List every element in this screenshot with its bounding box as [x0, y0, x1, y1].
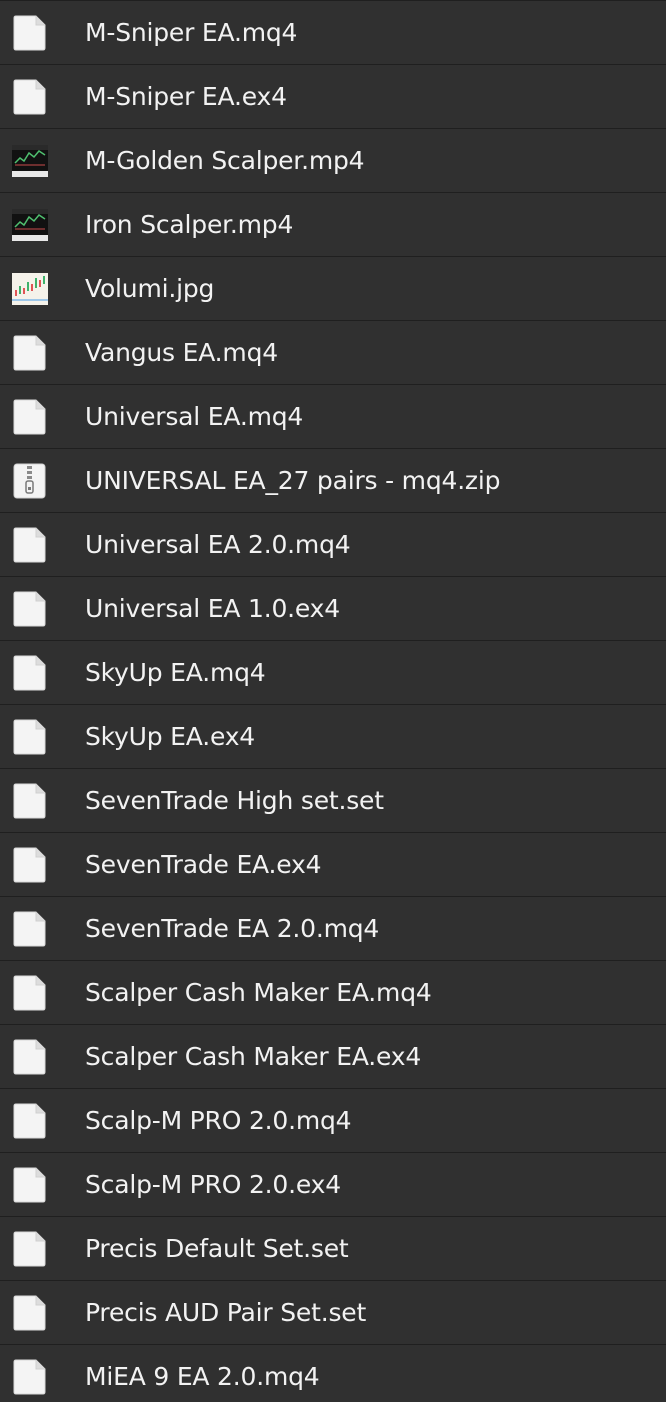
- zip-archive-icon: [0, 449, 60, 512]
- file-name: SevenTrade EA 2.0.mq4: [85, 914, 380, 943]
- file-name: M-Sniper EA.mq4: [85, 18, 298, 47]
- file-row[interactable]: M-Golden Scalper.mp4: [0, 129, 666, 193]
- file-name: M-Golden Scalper.mp4: [85, 146, 365, 175]
- image-thumbnail-icon: [0, 257, 60, 320]
- file-row[interactable]: Scalp-M PRO 2.0.ex4: [0, 1153, 666, 1217]
- document-icon: [0, 321, 60, 384]
- document-icon: [0, 385, 60, 448]
- file-row[interactable]: SkyUp EA.mq4: [0, 641, 666, 705]
- file-name: Iron Scalper.mp4: [85, 210, 294, 239]
- file-row[interactable]: SevenTrade EA 2.0.mq4: [0, 897, 666, 961]
- file-row[interactable]: Precis Default Set.set: [0, 1217, 666, 1281]
- file-name: SkyUp EA.mq4: [85, 658, 266, 687]
- file-name: Precis Default Set.set: [85, 1234, 349, 1263]
- file-row[interactable]: Universal EA 1.0.ex4: [0, 577, 666, 641]
- document-icon: [0, 1217, 60, 1280]
- document-icon: [0, 1, 60, 64]
- file-name: Scalp-M PRO 2.0.mq4: [85, 1106, 352, 1135]
- file-row[interactable]: Precis AUD Pair Set.set: [0, 1281, 666, 1345]
- file-row[interactable]: Volumi.jpg: [0, 257, 666, 321]
- video-thumbnail-icon: [0, 129, 60, 192]
- file-row[interactable]: SevenTrade EA.ex4: [0, 833, 666, 897]
- file-name: Universal EA.mq4: [85, 402, 304, 431]
- file-name: MiEA 9 EA 2.0.mq4: [85, 1362, 320, 1391]
- document-icon: [0, 577, 60, 640]
- file-row[interactable]: UNIVERSAL EA_27 pairs - mq4.zip: [0, 449, 666, 513]
- file-row[interactable]: MiEA 9 EA 2.0.mq4: [0, 1345, 666, 1402]
- document-icon: [0, 833, 60, 896]
- file-name: SevenTrade EA.ex4: [85, 850, 322, 879]
- document-icon: [0, 961, 60, 1024]
- document-icon: [0, 1281, 60, 1344]
- document-icon: [0, 1345, 60, 1402]
- file-list: M-Sniper EA.mq4 M-Sniper EA.ex4 M-Golden S…: [0, 0, 666, 1402]
- file-row[interactable]: M-Sniper EA.mq4: [0, 1, 666, 65]
- file-name: Scalper Cash Maker EA.mq4: [85, 978, 432, 1007]
- document-icon: [0, 513, 60, 576]
- document-icon: [0, 705, 60, 768]
- document-icon: [0, 769, 60, 832]
- file-name: Scalp-M PRO 2.0.ex4: [85, 1170, 341, 1199]
- video-thumbnail-icon: [0, 193, 60, 256]
- file-name: Vangus EA.mq4: [85, 338, 278, 367]
- document-icon: [0, 897, 60, 960]
- file-name: Scalper Cash Maker EA.ex4: [85, 1042, 422, 1071]
- file-row[interactable]: Universal EA 2.0.mq4: [0, 513, 666, 577]
- document-icon: [0, 1089, 60, 1152]
- document-icon: [0, 65, 60, 128]
- file-name: M-Sniper EA.ex4: [85, 82, 287, 111]
- file-row[interactable]: Scalp-M PRO 2.0.mq4: [0, 1089, 666, 1153]
- file-name: SevenTrade High set.set: [85, 786, 384, 815]
- file-row[interactable]: M-Sniper EA.ex4: [0, 65, 666, 129]
- file-name: Universal EA 1.0.ex4: [85, 594, 340, 623]
- file-row[interactable]: Iron Scalper.mp4: [0, 193, 666, 257]
- file-row[interactable]: SevenTrade High set.set: [0, 769, 666, 833]
- document-icon: [0, 1025, 60, 1088]
- document-icon: [0, 641, 60, 704]
- document-icon: [0, 1153, 60, 1216]
- file-row[interactable]: Scalper Cash Maker EA.mq4: [0, 961, 666, 1025]
- file-name: Precis AUD Pair Set.set: [85, 1298, 367, 1327]
- file-name: Volumi.jpg: [85, 274, 215, 303]
- file-row[interactable]: SkyUp EA.ex4: [0, 705, 666, 769]
- file-name: Universal EA 2.0.mq4: [85, 530, 351, 559]
- file-name: UNIVERSAL EA_27 pairs - mq4.zip: [85, 466, 501, 495]
- file-name: SkyUp EA.ex4: [85, 722, 256, 751]
- file-row[interactable]: Vangus EA.mq4: [0, 321, 666, 385]
- file-row[interactable]: Universal EA.mq4: [0, 385, 666, 449]
- file-row[interactable]: Scalper Cash Maker EA.ex4: [0, 1025, 666, 1089]
